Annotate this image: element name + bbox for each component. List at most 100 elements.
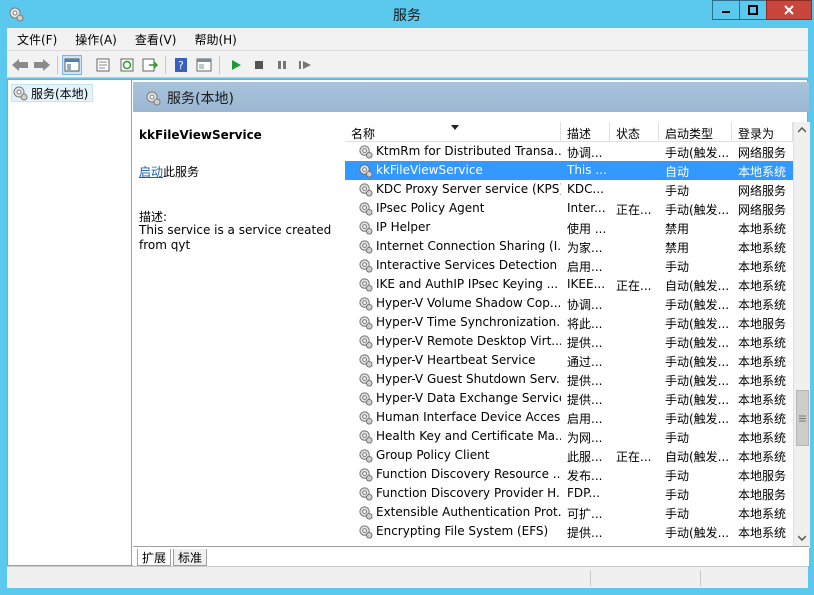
cell-desc: 提供... xyxy=(567,336,603,350)
menu-action[interactable]: 操作(A) xyxy=(65,31,125,48)
table-row[interactable]: Function Discovery Provider H... FDP... 手动… xyxy=(345,484,793,503)
table-row[interactable]: Interactive Services Detection 启用... 手动 本地系… xyxy=(345,256,793,275)
tab-extended[interactable]: 扩展 xyxy=(137,549,172,566)
table-row[interactable]: KDC Proxy Server service (KPS) KDC... 手动 网络… xyxy=(345,180,793,199)
table-row[interactable]: Health Key and Certificate Ma... 为网... 手动 本… xyxy=(345,427,793,446)
column-header-status[interactable]: 状态 xyxy=(610,122,659,142)
cell-desc: 启用... xyxy=(567,260,603,274)
table-row[interactable]: Hyper-V Heartbeat Service 通过... 手动(触发... 本地… xyxy=(345,351,793,370)
cell-name: Function Discovery Resource ... xyxy=(376,467,561,481)
cell-logon: 本地系统 xyxy=(738,507,787,521)
start-service-link[interactable]: 启动 xyxy=(139,165,163,179)
column-header-logon[interactable]: 登录为 xyxy=(732,122,793,142)
cell-desc: Inter... xyxy=(567,201,606,215)
service-gear-icon xyxy=(358,296,373,314)
cell-start-type: 手动(触发... xyxy=(665,146,730,160)
column-header-name[interactable]: 名称 xyxy=(345,122,561,142)
cell-desc: 为网... xyxy=(567,431,603,445)
cell-desc: 此服... xyxy=(567,450,603,464)
sort-arrow-icon xyxy=(451,125,459,130)
stop-icon[interactable] xyxy=(249,55,269,75)
tree-item-label: 服务(本地) xyxy=(31,86,89,101)
table-row[interactable]: Function Discovery Resource ... 发布... 手动 本地… xyxy=(345,465,793,484)
header-title: 服务(本地) xyxy=(167,91,234,107)
detail-pane: kkFileViewService 启动此服务 描述: This service… xyxy=(133,112,338,546)
forward-arrow-icon[interactable] xyxy=(32,55,52,75)
service-gear-icon xyxy=(358,277,373,295)
column-header-start-type[interactable]: 启动类型 xyxy=(659,122,732,142)
service-gear-icon xyxy=(358,467,373,485)
table-row[interactable]: Hyper-V Time Synchronization... 将此... 手动(触… xyxy=(345,313,793,332)
vertical-scrollbar[interactable] xyxy=(793,122,810,548)
cell-logon: 本地系统 xyxy=(738,165,787,179)
refresh-icon[interactable] xyxy=(117,55,137,75)
cell-start-type: 手动 xyxy=(665,431,690,445)
table-row[interactable]: Hyper-V Volume Shadow Cop... 协调... 手动(触发..… xyxy=(345,294,793,313)
cell-start-type: 自动 xyxy=(665,165,690,179)
cell-name: Encrypting File System (EFS) xyxy=(376,524,549,538)
service-gear-icon xyxy=(358,505,373,523)
table-row[interactable]: Group Policy Client 此服... 正在... 自动(触发... 本地系… xyxy=(345,446,793,465)
cell-name: Hyper-V Data Exchange Service xyxy=(376,391,561,405)
description-text: This service is a service created from q… xyxy=(139,223,332,252)
close-button[interactable] xyxy=(766,0,812,20)
window-title: 服务 xyxy=(393,8,421,24)
table-row[interactable]: IP Helper 使用 ... 禁用 本地系统 xyxy=(345,218,793,237)
table-row[interactable]: IPsec Policy Agent Inter... 正在... 手动(触发... 网… xyxy=(345,199,793,218)
minimize-button[interactable] xyxy=(712,0,740,20)
pause-icon[interactable] xyxy=(272,55,292,75)
table-row[interactable]: KtmRm for Distributed Transa... 协调... 手动(触… xyxy=(345,142,793,161)
cell-start-type: 手动(触发... xyxy=(665,412,730,426)
table-row[interactable]: Encrypting File System (EFS) 提供... 手动(触发..… xyxy=(345,522,793,541)
restart-icon[interactable] xyxy=(295,55,315,75)
cell-name: Hyper-V Time Synchronization... xyxy=(376,315,561,329)
cell-desc: 使用 ... xyxy=(567,222,607,236)
cell-name: Internet Connection Sharing (I... xyxy=(376,239,561,253)
cell-name: KtmRm for Distributed Transa... xyxy=(376,144,561,158)
cell-start-type: 自动(触发... xyxy=(665,450,730,464)
table-row[interactable]: Hyper-V Guest Shutdown Serv... 提供... 手动(触发… xyxy=(345,370,793,389)
column-header-desc[interactable]: 描述 xyxy=(561,122,610,142)
view-tabs: 扩展 标准 xyxy=(133,546,809,566)
scroll-up-icon[interactable] xyxy=(794,122,810,138)
cell-logon: 网络服务 xyxy=(738,146,787,160)
cell-start-type: 手动 xyxy=(665,469,690,483)
scroll-down-icon[interactable] xyxy=(794,530,810,546)
scroll-thumb[interactable] xyxy=(796,390,809,446)
service-gear-icon xyxy=(358,372,373,390)
cell-logon: 本地系统 xyxy=(738,393,787,407)
tab-standard[interactable]: 标准 xyxy=(173,549,208,566)
menu-help[interactable]: 帮助(H) xyxy=(184,31,244,48)
export-icon[interactable] xyxy=(140,55,160,75)
table-row[interactable]: Internet Connection Sharing (I... 为家... 禁用… xyxy=(345,237,793,256)
maximize-button[interactable] xyxy=(739,0,767,20)
help-icon[interactable]: ? xyxy=(171,55,191,75)
back-arrow-icon[interactable] xyxy=(10,55,30,75)
tree-item-services-local[interactable]: 服务(本地) xyxy=(11,84,94,102)
menu-bar: 文件(F) 操作(A) 查看(V) 帮助(H) xyxy=(7,28,808,50)
cell-desc: 通过... xyxy=(567,355,603,369)
start-service-suffix: 此服务 xyxy=(163,165,200,179)
selected-service-name: kkFileViewService xyxy=(139,128,262,142)
table-row[interactable]: Hyper-V Remote Desktop Virt... 提供... 手动(触发… xyxy=(345,332,793,351)
console-icon[interactable] xyxy=(194,55,214,75)
title-bar[interactable]: 服务 xyxy=(0,0,814,28)
menu-file[interactable]: 文件(F) xyxy=(7,31,65,48)
cell-name: KDC Proxy Server service (KPS) xyxy=(376,182,561,196)
menu-view[interactable]: 查看(V) xyxy=(125,31,185,48)
cell-start-type: 手动 xyxy=(665,507,690,521)
cell-name: Hyper-V Volume Shadow Cop... xyxy=(376,296,561,310)
properties-icon[interactable] xyxy=(93,55,113,75)
table-row[interactable]: IKE and AuthIP IPsec Keying ... IKEE... 正在… xyxy=(345,275,793,294)
service-gear-icon xyxy=(358,334,373,352)
table-row[interactable]: Hyper-V Data Exchange Service 提供... 手动(触发.… xyxy=(345,389,793,408)
table-row[interactable]: Human Interface Device Access 启用... 手动(触发.… xyxy=(345,408,793,427)
play-icon[interactable] xyxy=(226,55,246,75)
table-row[interactable]: kkFileViewService This ... 自动 本地系统 xyxy=(345,161,793,180)
show-tree-icon[interactable] xyxy=(62,55,82,75)
cell-start-type: 手动(触发... xyxy=(665,203,730,217)
cell-name: Group Policy Client xyxy=(376,448,490,462)
cell-status: 正在... xyxy=(616,450,652,464)
table-row[interactable]: Extensible Authentication Prot... 可扩... 手动… xyxy=(345,503,793,522)
cell-logon: 本地系统 xyxy=(738,222,787,236)
